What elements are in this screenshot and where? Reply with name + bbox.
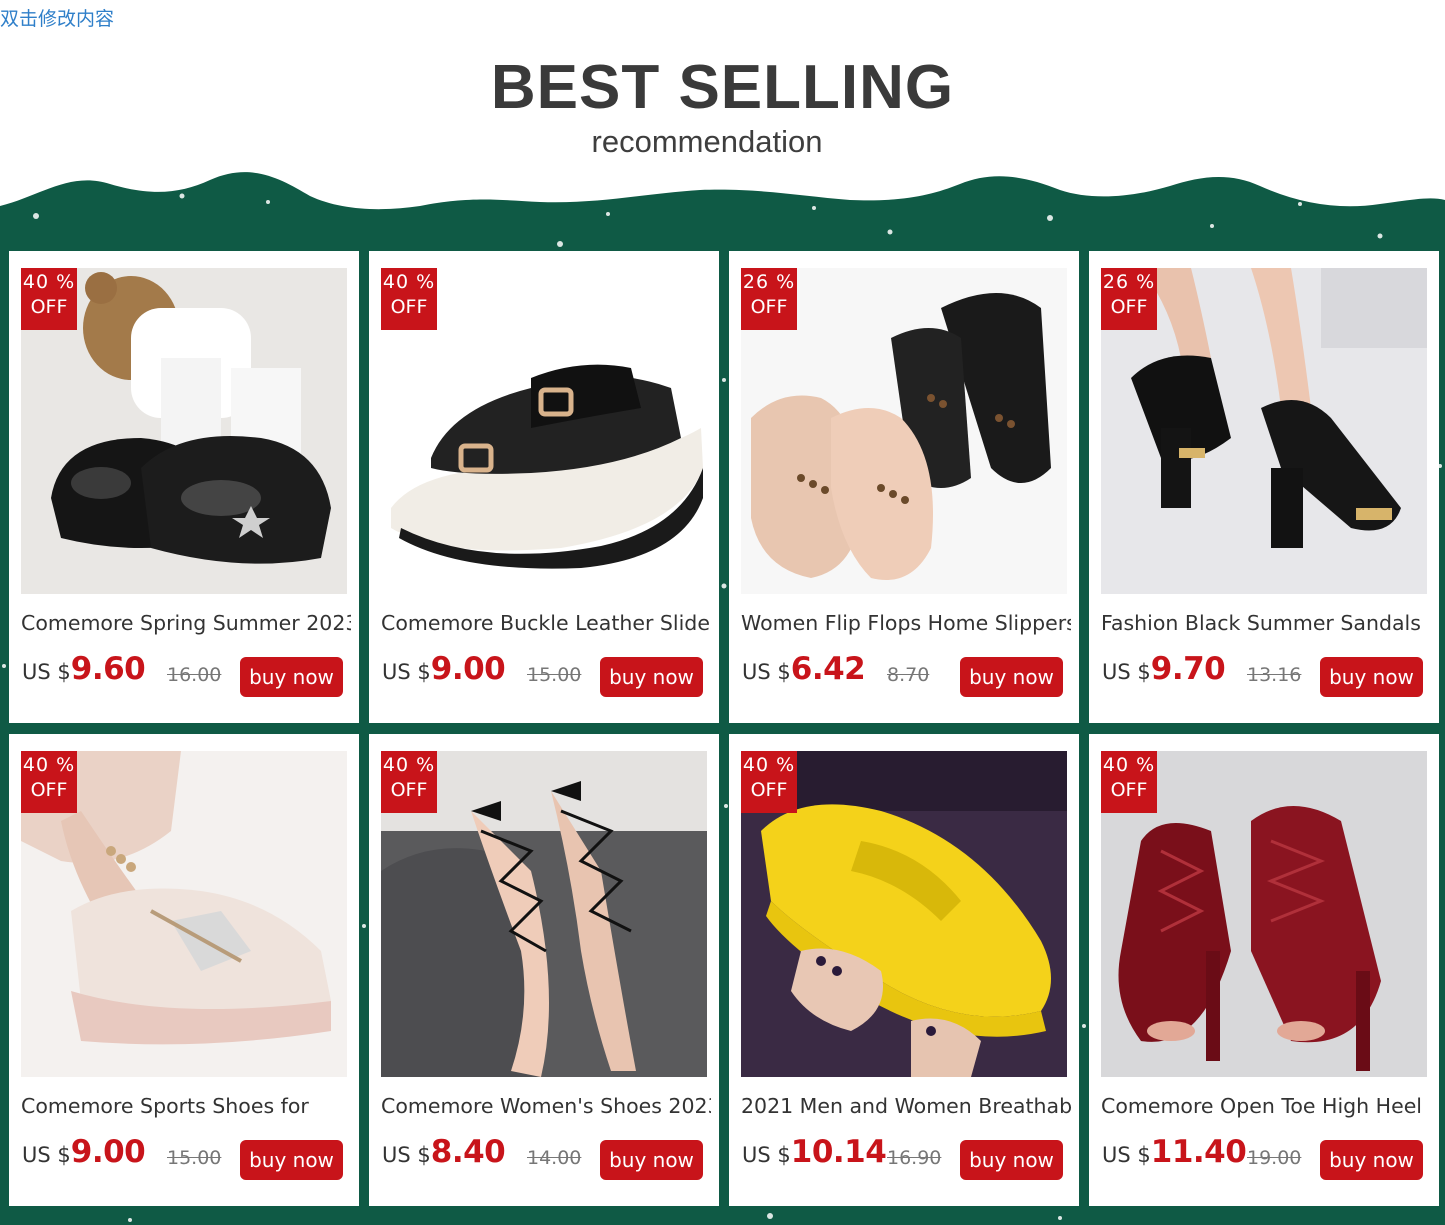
product-title[interactable]: Comemore Open Toe High Heel — [1101, 1094, 1431, 1118]
original-price: 13.16 — [1247, 664, 1302, 686]
product-image[interactable]: 40 % OFF — [1101, 751, 1427, 1077]
product-card[interactable]: 40 % OFF Comemore Women's Shoes 2023 US … — [369, 734, 719, 1206]
original-price: 15.00 — [527, 664, 582, 686]
buy-now-button[interactable]: buy now — [960, 1140, 1063, 1180]
product-card[interactable]: 26 % OFF Women Flip Flops Home Slippers … — [729, 251, 1079, 723]
product-title[interactable]: Comemore Spring Summer 2023 — [21, 611, 351, 635]
product-price: US $6.42 — [742, 651, 866, 687]
buy-now-button[interactable]: buy now — [600, 657, 703, 697]
product-card[interactable]: 40 % OFF Comemore Spring Summer 2023 US … — [9, 251, 359, 723]
product-card[interactable]: 40 % OFF Comemore Sports Shoes for US $9… — [9, 734, 359, 1206]
original-price: 16.90 — [887, 1147, 942, 1169]
original-price: 19.00 — [1247, 1147, 1302, 1169]
discount-badge: 26 % OFF — [741, 268, 797, 330]
original-price: 8.70 — [887, 664, 930, 686]
product-image[interactable]: 40 % OFF — [381, 751, 707, 1077]
product-price: US $11.40 — [1102, 1134, 1247, 1170]
product-price: US $9.60 — [22, 651, 146, 687]
buy-now-button[interactable]: buy now — [240, 1140, 343, 1180]
product-image[interactable]: 40 % OFF — [741, 751, 1067, 1077]
product-price: US $8.40 — [382, 1134, 506, 1170]
product-card[interactable]: 26 % OFF Fashion Black Summer Sandals US… — [1089, 251, 1439, 723]
discount-badge: 40 % OFF — [381, 751, 437, 813]
product-price: US $9.00 — [22, 1134, 146, 1170]
product-price: US $10.14 — [742, 1134, 887, 1170]
product-price: US $9.70 — [1102, 651, 1226, 687]
product-card[interactable]: 40 % OFF 2021 Men and Women Breathable U… — [729, 734, 1079, 1206]
product-image[interactable]: 40 % OFF — [381, 268, 707, 594]
discount-badge: 40 % OFF — [1101, 751, 1157, 813]
product-title[interactable]: Comemore Women's Shoes 2023 — [381, 1094, 711, 1118]
product-title[interactable]: Comemore Buckle Leather Slides — [381, 611, 711, 635]
buy-now-button[interactable]: buy now — [240, 657, 343, 697]
discount-badge: 26 % OFF — [1101, 268, 1157, 330]
product-price: US $9.00 — [382, 651, 506, 687]
product-image[interactable]: 40 % OFF — [21, 268, 347, 594]
product-image[interactable]: 40 % OFF — [21, 751, 347, 1077]
discount-badge: 40 % OFF — [21, 268, 77, 330]
original-price: 16.00 — [167, 664, 222, 686]
product-grid: 40 % OFF Comemore Spring Summer 2023 US … — [0, 0, 1445, 1225]
original-price: 15.00 — [167, 1147, 222, 1169]
discount-badge: 40 % OFF — [21, 751, 77, 813]
buy-now-button[interactable]: buy now — [600, 1140, 703, 1180]
buy-now-button[interactable]: buy now — [960, 657, 1063, 697]
product-card[interactable]: 40 % OFF Comemore Buckle Leather Slides … — [369, 251, 719, 723]
product-title[interactable]: 2021 Men and Women Breathable — [741, 1094, 1071, 1118]
product-card[interactable]: 40 % OFF Comemore Open Toe High Heel US … — [1089, 734, 1439, 1206]
product-title[interactable]: Comemore Sports Shoes for — [21, 1094, 351, 1118]
discount-badge: 40 % OFF — [741, 751, 797, 813]
buy-now-button[interactable]: buy now — [1320, 1140, 1423, 1180]
product-image[interactable]: 26 % OFF — [1101, 268, 1427, 594]
original-price: 14.00 — [527, 1147, 582, 1169]
discount-badge: 40 % OFF — [381, 268, 437, 330]
product-title[interactable]: Women Flip Flops Home Slippers — [741, 611, 1071, 635]
product-image[interactable]: 26 % OFF — [741, 268, 1067, 594]
buy-now-button[interactable]: buy now — [1320, 657, 1423, 697]
product-title[interactable]: Fashion Black Summer Sandals — [1101, 611, 1431, 635]
